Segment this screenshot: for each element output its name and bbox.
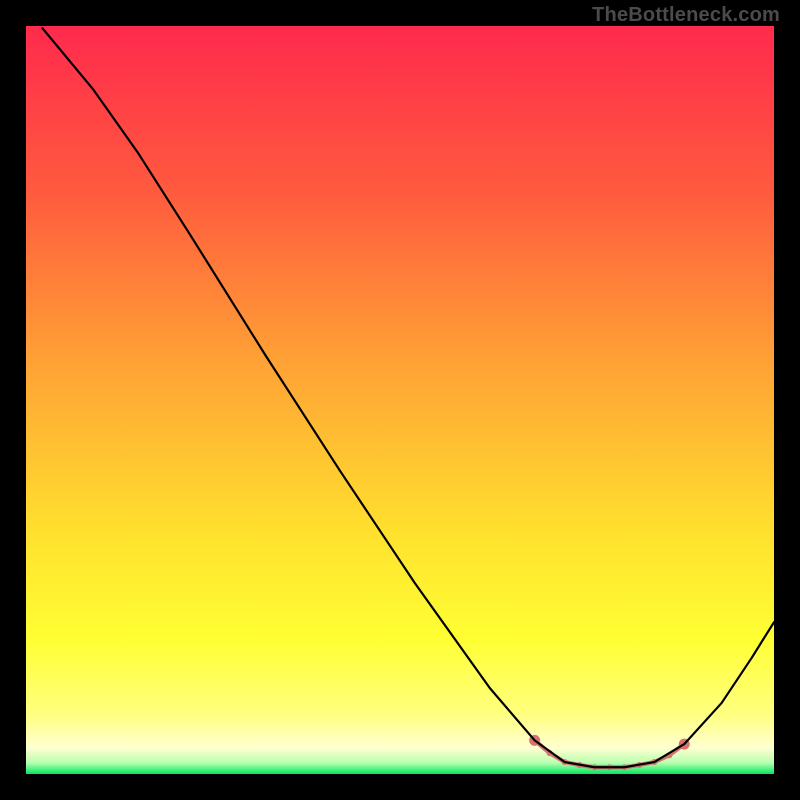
chart-svg [0,0,800,800]
watermark-text: TheBottleneck.com [592,4,780,27]
plot-background [26,26,774,774]
chart-stage: TheBottleneck.com [0,0,800,800]
